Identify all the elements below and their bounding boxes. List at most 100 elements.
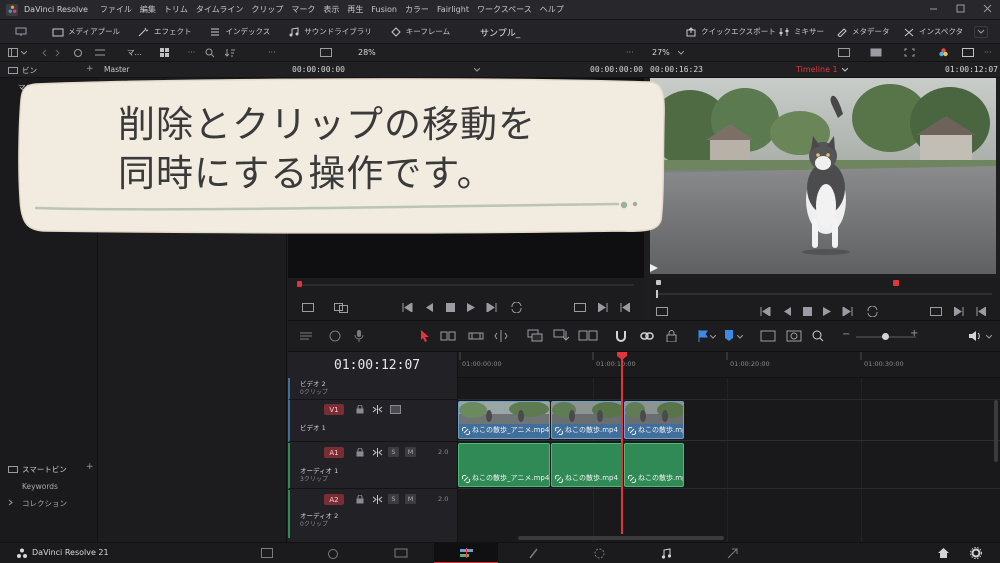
- program-zoom-chevron-icon[interactable]: [678, 51, 684, 55]
- menu-mark[interactable]: マーク: [291, 4, 315, 15]
- sort-icon[interactable]: [225, 48, 236, 58]
- zoom-slider-handle[interactable]: [882, 333, 889, 340]
- track-header-v2[interactable]: ビデオ 2 0クリップ: [288, 378, 458, 400]
- color-wheel-icon[interactable]: [938, 47, 949, 58]
- menu-workspace[interactable]: ワークスペース: [477, 4, 532, 15]
- menu-color[interactable]: カラー: [405, 4, 429, 15]
- play-reverse-icon[interactable]: [426, 303, 434, 312]
- track-badge-a2[interactable]: A2: [324, 494, 344, 505]
- timeline-ruler[interactable]: 01:00:00:00 01:00:10:00 01:00:20:00 01:0…: [458, 352, 1000, 378]
- inspector-button[interactable]: インスペクタ: [903, 26, 963, 37]
- mute-button[interactable]: M: [405, 447, 416, 457]
- single-viewer-icon[interactable]: [962, 48, 974, 57]
- timeline-playhead[interactable]: [621, 352, 623, 534]
- keyframes-button[interactable]: キーフレーム: [390, 26, 450, 37]
- menu-file[interactable]: ファイル: [100, 4, 132, 15]
- panel-toggle-icon[interactable]: [8, 48, 18, 57]
- microphone-icon[interactable]: [354, 330, 364, 342]
- overwrite-clip-icon[interactable]: [552, 329, 570, 342]
- timeline-chevron-icon[interactable]: [842, 68, 848, 72]
- collapse-panel-icon[interactable]: [974, 26, 988, 38]
- menu-edit[interactable]: 編集: [140, 4, 156, 15]
- marker-chevron-icon[interactable]: [737, 335, 743, 339]
- track-badge-a1[interactable]: A1: [324, 447, 344, 458]
- program-loop-icon[interactable]: [866, 306, 879, 317]
- maximize-icon[interactable]: [956, 4, 965, 13]
- program-stop-icon[interactable]: [803, 307, 812, 316]
- keywords-item[interactable]: Keywords: [22, 482, 58, 491]
- snapping-icon[interactable]: [614, 329, 628, 343]
- track-header-v1[interactable]: V1 ビデオ 1: [288, 400, 458, 442]
- color-page-icon[interactable]: [594, 548, 605, 559]
- timeline-name[interactable]: Timeline 1: [796, 65, 838, 74]
- trim-edit-icon[interactable]: [440, 330, 456, 342]
- prev-edit-icon[interactable]: [598, 303, 608, 312]
- zoom-full-icon[interactable]: [760, 330, 776, 342]
- grid-view-icon[interactable]: [159, 48, 170, 57]
- timeline-view-options-icon[interactable]: [300, 331, 316, 341]
- menu-playback[interactable]: 再生: [347, 4, 363, 15]
- stop-icon[interactable]: [446, 303, 455, 312]
- timeline-timecode[interactable]: 01:00:12:07: [334, 358, 420, 373]
- more-icon[interactable]: ···: [188, 48, 196, 57]
- match-frame-icon[interactable]: [574, 303, 586, 312]
- zoom-out-button[interactable]: −: [842, 329, 850, 340]
- program-scrubber[interactable]: [656, 293, 992, 295]
- zoom-detail-icon[interactable]: [786, 330, 802, 342]
- linked-selection-icon[interactable]: [640, 330, 654, 342]
- video-clip[interactable]: ねこの散歩.mp4: [551, 401, 623, 439]
- timeline-tracks[interactable]: ねこの散歩_アニメ.mp4 ねこの散歩.mp4 ねこの散歩.mp4 ねこの散歩_…: [458, 378, 1000, 542]
- dynamic-trim-icon[interactable]: [468, 330, 484, 342]
- menu-fusion[interactable]: Fusion: [371, 5, 397, 14]
- clip-display-icon[interactable]: [870, 48, 882, 57]
- replace-clip-icon[interactable]: [578, 329, 598, 342]
- timeline-scrollbar[interactable]: [518, 536, 724, 540]
- collections-item[interactable]: コレクション: [22, 498, 67, 509]
- forward-icon[interactable]: [55, 49, 61, 57]
- audio-clip[interactable]: ねこの散歩_アニメ.mp4: [458, 443, 550, 487]
- sound-library-button[interactable]: サウンドライブラリ: [288, 26, 372, 37]
- close-icon[interactable]: [983, 4, 992, 13]
- chevron-down-icon[interactable]: [21, 50, 27, 55]
- program-zoom[interactable]: 27%: [652, 48, 670, 57]
- effects-button[interactable]: エフェクト: [138, 26, 191, 37]
- add-bin-button[interactable]: +: [86, 64, 94, 74]
- track-header-a2[interactable]: A2 S M 2.0 オーディオ 2 0クリップ: [288, 490, 458, 538]
- source-scrubber[interactable]: [298, 284, 634, 286]
- timeline-viewer[interactable]: [650, 78, 996, 274]
- track-auto-select-icon[interactable]: [372, 495, 383, 504]
- program-next-edit-icon[interactable]: [976, 307, 986, 316]
- program-match-frame-icon[interactable]: [930, 307, 942, 316]
- program-prev-edit-icon[interactable]: [954, 307, 964, 316]
- source-clip-type-icon[interactable]: [334, 302, 348, 313]
- track-auto-select-icon[interactable]: [372, 448, 383, 457]
- collections-expand-icon[interactable]: [8, 499, 13, 506]
- menu-help[interactable]: ヘルプ: [540, 4, 564, 15]
- source-options-icon[interactable]: ···: [626, 48, 634, 57]
- program-play-icon[interactable]: [823, 307, 831, 316]
- track-header-a1[interactable]: A1 S M 2.0 オーディオ 1 3クリップ: [288, 443, 458, 489]
- link-icon[interactable]: [73, 48, 83, 58]
- metadata-button[interactable]: メタデータ: [836, 26, 890, 37]
- program-playhead-marker[interactable]: [893, 280, 899, 286]
- workspace-icon[interactable]: [14, 27, 28, 37]
- track-disable-video-icon[interactable]: [390, 405, 401, 414]
- insert-clip-icon[interactable]: [526, 329, 544, 342]
- track-lock-icon[interactable]: [356, 448, 364, 457]
- fusion-page-icon[interactable]: [394, 548, 408, 558]
- deliver-page-icon[interactable]: [727, 548, 738, 559]
- menu-view[interactable]: 表示: [323, 4, 339, 15]
- source-zoom[interactable]: 28%: [358, 48, 376, 57]
- fullscreen-icon[interactable]: [904, 48, 915, 57]
- program-jump-start-icon[interactable]: [760, 307, 771, 316]
- marker-icon[interactable]: [724, 330, 734, 342]
- viewer-layout-icon[interactable]: [838, 48, 850, 57]
- media-pool-button[interactable]: メディアプール: [52, 26, 120, 37]
- loop-icon[interactable]: [510, 302, 523, 313]
- jump-to-start-icon[interactable]: [402, 303, 413, 312]
- add-smart-bin-button[interactable]: +: [86, 462, 94, 472]
- program-jump-end-icon[interactable]: [842, 307, 853, 316]
- solo-button[interactable]: S: [388, 447, 399, 457]
- source-clip-chevron-icon[interactable]: [474, 68, 480, 72]
- fairlight-page-icon[interactable]: [661, 548, 671, 559]
